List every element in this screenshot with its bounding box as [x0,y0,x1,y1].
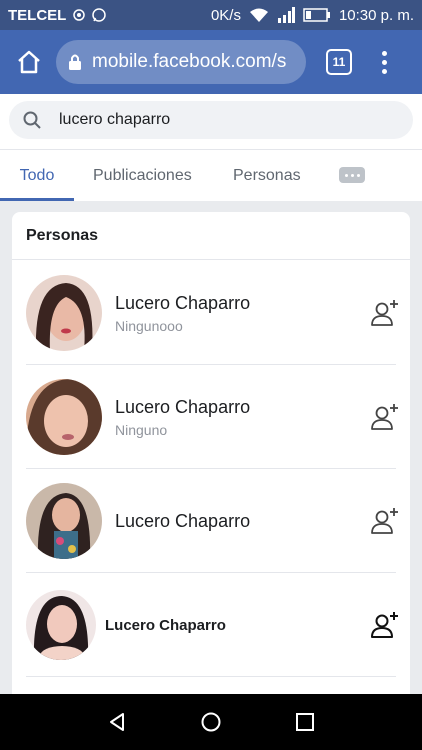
people-results-card: Personas Lucero Chaparro Ningunooo Lucer… [12,212,410,712]
recents-icon[interactable] [294,711,316,733]
address-bar[interactable]: mobile.facebook.com/s [56,40,306,84]
search-filter-tabs: Todo Publicaciones Personas [0,149,422,201]
home-icon [18,50,40,74]
person-subtitle: Ningunooo [115,317,183,334]
person-info: Lucero Chaparro [105,617,226,634]
avatar[interactable] [26,275,102,351]
lock-icon [69,54,81,70]
tab-todo[interactable]: Todo [0,150,74,201]
person-info: Lucero Chaparro Ninguno [115,397,250,438]
home-button[interactable] [10,43,48,81]
person-name[interactable]: Lucero Chaparro [115,397,250,418]
tab-personas[interactable]: Personas [233,150,301,201]
home-nav-icon[interactable] [200,711,222,733]
carrier-label: TELCEL [8,6,67,24]
add-friend-icon[interactable] [370,402,400,432]
avatar[interactable] [26,483,102,559]
back-icon[interactable] [106,711,128,733]
divider [26,676,396,677]
search-header: lucero chaparro [0,94,422,149]
person-name[interactable]: Lucero Chaparro [105,617,226,634]
tab-switcher-button[interactable]: 11 [326,49,352,75]
tab-publicaciones[interactable]: Publicaciones [93,150,192,201]
person-result[interactable]: Lucero Chaparro [12,573,410,677]
add-friend-icon[interactable] [370,610,400,640]
status-bar: TELCEL 0K/s 10:30 p. m. [0,0,422,30]
tab-label: Personas [233,166,301,184]
menu-dot-icon [381,50,387,56]
hotspot-icon [73,9,86,21]
add-friend-icon[interactable] [370,298,400,328]
whatsapp-icon [92,8,107,22]
browser-toolbar: mobile.facebook.com/s 11 [0,30,422,94]
person-subtitle: Ninguno [115,421,168,438]
network-speed: 0K/s [210,6,241,24]
section-title: Personas [12,212,410,260]
person-info: Lucero Chaparro Ningunooo [115,293,250,334]
person-name[interactable]: Lucero Chaparro [115,511,250,532]
add-friend-icon[interactable] [370,506,400,536]
person-info: Lucero Chaparro [115,511,250,532]
wifi-icon [249,8,268,22]
url-text: mobile.facebook.com/s [92,51,287,72]
search-query: lucero chaparro [59,111,171,128]
system-navigation-bar [0,694,422,750]
avatar[interactable] [26,590,96,660]
search-icon [23,111,41,129]
clock: 10:30 p. m. [338,6,414,24]
tab-count: 11 [332,55,346,69]
tab-label: Publicaciones [93,166,192,184]
battery-icon [303,8,330,22]
person-name[interactable]: Lucero Chaparro [115,293,250,314]
person-result[interactable]: Lucero Chaparro Ninguno [12,365,410,469]
person-result[interactable]: Lucero Chaparro [12,469,410,573]
signal-icon [277,7,295,23]
person-result[interactable]: Lucero Chaparro Ningunooo [12,261,410,365]
search-input[interactable]: lucero chaparro [9,101,413,139]
tab-label: Todo [19,166,55,184]
overflow-menu-button[interactable] [374,47,394,77]
more-tabs-icon[interactable] [339,167,365,183]
avatar[interactable] [26,379,102,455]
